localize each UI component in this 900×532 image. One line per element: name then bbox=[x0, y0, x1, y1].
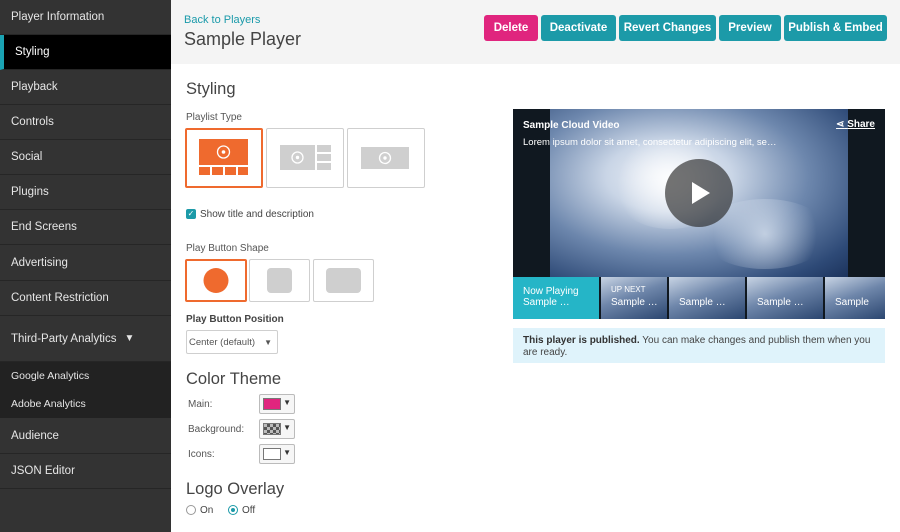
playlist-type-option-none[interactable] bbox=[347, 128, 425, 188]
play-button-position-label: Play Button Position bbox=[186, 314, 284, 325]
play-button-shape-rectangle[interactable] bbox=[313, 259, 374, 302]
rounded-square-shape-icon bbox=[267, 268, 292, 293]
now-playing-title: Sample … bbox=[523, 297, 570, 308]
sidebar-item-label: Player Information bbox=[11, 11, 105, 23]
back-to-players-link[interactable]: Back to Players bbox=[184, 14, 260, 26]
sidebar-item-label: Styling bbox=[15, 46, 50, 58]
sidebar-item-label: Content Restriction bbox=[11, 292, 109, 304]
playlist-item[interactable]: Sample bbox=[825, 277, 885, 319]
sidebar-item-json-editor[interactable]: JSON Editor bbox=[0, 454, 171, 489]
logo-overlay-off-radio[interactable] bbox=[228, 505, 238, 515]
sidebar-item-advertising[interactable]: Advertising bbox=[0, 245, 171, 281]
sidebar-item-google-analytics[interactable]: Google Analytics bbox=[0, 362, 171, 390]
rectangle-shape-icon bbox=[326, 268, 361, 293]
circle-shape-icon bbox=[203, 268, 229, 293]
page-header: Back to Players Sample Player Delete Dea… bbox=[171, 0, 900, 64]
logo-overlay-off-label: Off bbox=[242, 505, 256, 516]
main-color-swatch bbox=[263, 398, 281, 410]
playlist-item[interactable]: Sample … bbox=[747, 277, 823, 319]
sidebar-item-social[interactable]: Social bbox=[0, 140, 171, 175]
playlist-item-title: Sample … bbox=[679, 297, 726, 308]
logo-overlay-on-label: On bbox=[200, 505, 214, 516]
playlist-item-title: Sample bbox=[835, 297, 869, 308]
sidebar-item-label: Controls bbox=[11, 116, 54, 128]
sidebar-item-styling[interactable]: Styling bbox=[0, 35, 171, 70]
sidebar-item-audience[interactable]: Audience bbox=[0, 418, 171, 454]
background-color-swatch bbox=[263, 423, 281, 435]
sidebar-item-plugins[interactable]: Plugins bbox=[0, 175, 171, 210]
icons-color-label: Icons: bbox=[188, 449, 215, 460]
show-title-label: Show title and description bbox=[200, 209, 314, 220]
playlist-item[interactable]: Sample … bbox=[669, 277, 745, 319]
published-notice-bold: This player is published. bbox=[523, 335, 640, 346]
playlist-thumbnails: Now Playing Sample … UP NEXT Sample … Sa… bbox=[513, 277, 885, 319]
sidebar-item-label: JSON Editor bbox=[11, 465, 75, 477]
preview-button[interactable]: Preview bbox=[719, 15, 781, 41]
playlist-item-now-playing[interactable]: Now Playing Sample … bbox=[513, 277, 599, 319]
play-button-shape-rounded-square[interactable] bbox=[249, 259, 310, 302]
dropdown-arrow-icon: ▼ bbox=[283, 398, 291, 407]
main-color-label: Main: bbox=[188, 399, 213, 410]
sidebar-item-label: Adobe Analytics bbox=[11, 398, 86, 410]
play-icon[interactable] bbox=[665, 159, 733, 227]
caret-down-icon: ▼ bbox=[124, 333, 135, 344]
play-button-shape-label: Play Button Shape bbox=[186, 243, 269, 254]
sidebar-item-third-party-analytics[interactable]: Third-Party Analytics ▼ bbox=[0, 316, 171, 362]
sidebar-item-player-information[interactable]: Player Information bbox=[0, 0, 171, 35]
sidebar-item-label: Playback bbox=[11, 81, 58, 93]
playlist-item[interactable]: UP NEXT Sample … bbox=[601, 277, 667, 319]
playlist-item-title: Sample … bbox=[611, 297, 658, 308]
logo-overlay-on-radio[interactable] bbox=[186, 505, 196, 515]
playlist-type-option-side[interactable] bbox=[266, 128, 344, 188]
dropdown-arrow-icon: ▼ bbox=[283, 423, 291, 432]
share-button[interactable]: ⋖ Share bbox=[836, 119, 875, 130]
show-title-checkbox[interactable]: ✓ bbox=[186, 209, 196, 219]
sidebar-item-end-screens[interactable]: End Screens bbox=[0, 210, 171, 245]
main-color-picker[interactable]: ▼ bbox=[259, 394, 295, 414]
up-next-label: UP NEXT bbox=[611, 285, 646, 294]
deactivate-button[interactable]: Deactivate bbox=[541, 15, 616, 41]
sidebar-item-label: Plugins bbox=[11, 186, 49, 198]
video-description: Lorem ipsum dolor sit amet, consectetur … bbox=[523, 137, 777, 148]
share-label: Share bbox=[847, 119, 875, 130]
sidebar-item-content-restriction[interactable]: Content Restriction bbox=[0, 281, 171, 316]
playlist-none-layout-icon bbox=[361, 147, 409, 169]
published-notice: This player is published. You can make c… bbox=[513, 328, 885, 363]
share-icon: ⋖ bbox=[836, 119, 845, 130]
now-playing-label: Now Playing bbox=[523, 286, 579, 297]
sidebar-item-label: Audience bbox=[11, 429, 59, 442]
play-button-shape-circle[interactable] bbox=[185, 259, 247, 302]
player-preview[interactable]: Sample Cloud Video Lorem ipsum dolor sit… bbox=[513, 109, 885, 319]
dropdown-arrow-icon: ▼ bbox=[283, 448, 291, 457]
delete-button[interactable]: Delete bbox=[484, 15, 538, 41]
playlist-type-label: Playlist Type bbox=[186, 112, 242, 123]
playlist-bottom-layout-icon bbox=[199, 139, 248, 175]
publish-embed-button[interactable]: Publish & Embed bbox=[784, 15, 887, 41]
revert-changes-button[interactable]: Revert Changes bbox=[619, 15, 716, 41]
dropdown-arrow-icon: ▼ bbox=[264, 337, 272, 347]
sidebar-item-label: Advertising bbox=[11, 256, 68, 269]
page-title: Sample Player bbox=[184, 29, 302, 49]
sidebar-item-adobe-analytics[interactable]: Adobe Analytics bbox=[0, 390, 171, 418]
playlist-side-layout-icon bbox=[280, 145, 331, 170]
video-title: Sample Cloud Video bbox=[523, 120, 620, 131]
sidebar-item-label: End Screens bbox=[11, 221, 77, 233]
sidebar-item-label: Google Analytics bbox=[11, 370, 90, 382]
sidebar-item-label: Social bbox=[11, 151, 43, 163]
play-button-position-select[interactable]: Center (default) ▼ bbox=[186, 330, 278, 354]
sidebar-item-playback[interactable]: Playback bbox=[0, 70, 171, 105]
sidebar-item-label: Third-Party Analytics bbox=[11, 332, 117, 345]
color-theme-title: Color Theme bbox=[186, 370, 282, 388]
icons-color-picker[interactable]: ▼ bbox=[259, 444, 295, 464]
background-color-label: Background: bbox=[188, 424, 245, 435]
styling-section-title: Styling bbox=[186, 80, 236, 98]
sidebar-item-controls[interactable]: Controls bbox=[0, 105, 171, 140]
icons-color-swatch bbox=[263, 448, 281, 460]
playlist-item-title: Sample … bbox=[757, 297, 804, 308]
sidebar: Player Information Styling Playback Cont… bbox=[0, 0, 171, 532]
background-color-picker[interactable]: ▼ bbox=[259, 419, 295, 439]
playlist-type-option-bottom[interactable] bbox=[185, 128, 263, 188]
play-button-position-value: Center (default) bbox=[189, 336, 256, 348]
logo-overlay-title: Logo Overlay bbox=[186, 480, 285, 498]
